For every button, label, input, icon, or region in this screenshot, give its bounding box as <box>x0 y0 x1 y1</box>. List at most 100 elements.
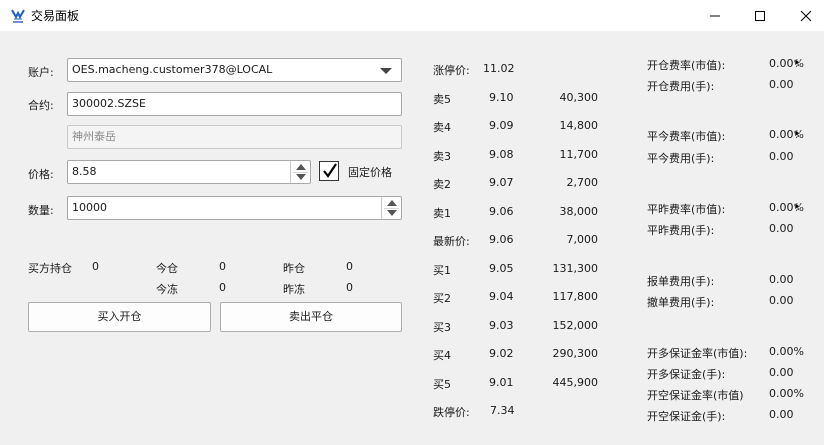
maximize-button[interactable] <box>737 0 783 31</box>
buy-open-button[interactable]: 买入开仓 <box>28 302 211 332</box>
open-fee-rate-label: 开仓费率(市值): <box>647 59 726 72</box>
ask-3-volume: 11,700 <box>559 148 599 161</box>
pointer-cursor-icon <box>794 58 802 68</box>
cancel-fee-label: 撤单费用(手): <box>647 296 715 309</box>
ask-1-price[interactable]: 9.06 <box>489 205 514 218</box>
ask-1-volume: 38,000 <box>559 205 599 218</box>
window-title: 交易面板 <box>31 9 80 23</box>
yesterday-frozen-label: 昨冻 <box>283 283 305 296</box>
close-yesterday-fee-rate-label: 平昨费率(市值): <box>647 203 726 216</box>
account-combobox[interactable]: OES.macheng.customer378@LOCAL <box>67 58 402 82</box>
contract-name-value: 神州泰岳 <box>72 130 116 143</box>
long-position-value: 0 <box>92 260 99 273</box>
bid-1-price[interactable]: 9.05 <box>489 262 514 275</box>
account-label: 账户: <box>28 66 54 79</box>
ask-4-volume: 14,800 <box>559 119 599 132</box>
bid-5-label: 买5 <box>433 378 451 391</box>
step-down-icon[interactable] <box>296 174 306 180</box>
ask-2-volume: 2,700 <box>566 176 599 189</box>
fixed-price-checkbox[interactable] <box>319 161 339 181</box>
bid-4-label: 买4 <box>433 349 451 362</box>
today-frozen-label: 今冻 <box>156 283 178 296</box>
bid-2-label: 买2 <box>433 292 451 305</box>
limit-down-label: 跌停价: <box>433 406 470 419</box>
fixed-price-label[interactable]: 固定价格 <box>348 164 392 180</box>
today-position-value: 0 <box>219 260 226 273</box>
ask-3-label: 卖3 <box>433 150 451 163</box>
bid-4-volume: 290,300 <box>552 347 599 360</box>
minimize-button[interactable] <box>692 0 738 31</box>
ask-1-label: 卖1 <box>433 207 451 220</box>
price-stepper[interactable] <box>290 161 310 183</box>
title-bar: 交易面板 <box>0 0 824 31</box>
maximize-icon <box>755 11 765 21</box>
long-margin-label: 开多保证金(手): <box>647 368 726 381</box>
yesterday-position-label: 昨仓 <box>283 262 305 275</box>
contract-value: 300002.SZSE <box>72 97 146 110</box>
step-up-icon[interactable] <box>387 200 397 206</box>
app-logo-icon <box>11 9 25 23</box>
ask-3-price[interactable]: 9.08 <box>489 148 514 161</box>
bid-2-price[interactable]: 9.04 <box>489 290 514 303</box>
short-margin-rate-value: 0.00% <box>769 387 804 400</box>
ask-4-label: 卖4 <box>433 121 451 134</box>
quantity-label: 数量: <box>28 204 54 217</box>
bid-1-volume: 131,300 <box>552 262 599 275</box>
short-margin-value: 0.00 <box>769 408 794 421</box>
ask-2-label: 卖2 <box>433 178 451 191</box>
contract-input[interactable]: 300002.SZSE <box>67 92 402 116</box>
long-margin-value: 0.00 <box>769 366 794 379</box>
close-button[interactable] <box>783 0 824 31</box>
quantity-spinbox[interactable]: 10000 <box>67 196 402 220</box>
contract-label: 合约: <box>28 99 54 112</box>
limit-up-label: 涨停价: <box>433 64 470 77</box>
ask-2-price[interactable]: 9.07 <box>489 176 514 189</box>
limit-up-value: 11.02 <box>483 62 515 75</box>
limit-down-value: 7.34 <box>490 404 515 417</box>
open-fee-value: 0.00 <box>769 78 794 91</box>
long-margin-rate-label: 开多保证金率(市值): <box>647 347 748 360</box>
long-position-label: 买方持仓 <box>28 262 72 275</box>
last-price-value[interactable]: 9.06 <box>489 233 514 246</box>
yesterday-position-value: 0 <box>346 260 353 273</box>
stepper-divider <box>384 208 399 209</box>
checkmark-icon <box>323 163 337 178</box>
short-margin-label: 开空保证金(手): <box>647 410 726 423</box>
close-today-fee-value: 0.00 <box>769 150 794 163</box>
today-position-label: 今仓 <box>156 262 178 275</box>
step-up-icon[interactable] <box>296 164 306 170</box>
contract-name-field: 神州泰岳 <box>67 125 402 149</box>
bid-3-volume: 152,000 <box>552 319 599 332</box>
quantity-value: 10000 <box>72 201 107 214</box>
pointer-cursor-icon <box>794 202 802 212</box>
ask-5-price[interactable]: 9.10 <box>489 91 514 104</box>
order-fee-label: 报单费用(手): <box>647 275 715 288</box>
bid-5-volume: 445,900 <box>552 376 599 389</box>
yesterday-frozen-value: 0 <box>346 281 353 294</box>
account-value: OES.macheng.customer378@LOCAL <box>72 63 273 76</box>
today-frozen-value: 0 <box>219 281 226 294</box>
bid-4-price[interactable]: 9.02 <box>489 347 514 360</box>
bid-3-price[interactable]: 9.03 <box>489 319 514 332</box>
bid-1-label: 买1 <box>433 264 451 277</box>
cancel-fee-value: 0.00 <box>769 294 794 307</box>
sell-close-button[interactable]: 卖出平仓 <box>220 302 402 332</box>
price-label: 价格: <box>28 168 54 181</box>
bid-5-price[interactable]: 9.01 <box>489 376 514 389</box>
close-yesterday-fee-value: 0.00 <box>769 222 794 235</box>
quantity-stepper[interactable] <box>381 197 401 219</box>
bid-3-label: 买3 <box>433 321 451 334</box>
close-yesterday-fee-label: 平昨费用(手): <box>647 224 715 237</box>
ask-5-volume: 40,300 <box>559 91 599 104</box>
bid-2-volume: 117,800 <box>552 290 599 303</box>
pointer-cursor-icon <box>794 129 802 139</box>
step-down-icon[interactable] <box>387 210 397 216</box>
last-price-label: 最新价: <box>433 235 470 248</box>
ask-4-price[interactable]: 9.09 <box>489 119 514 132</box>
stepper-divider <box>293 172 308 173</box>
price-spinbox[interactable]: 8.58 <box>67 160 311 184</box>
chevron-down-icon[interactable] <box>380 68 392 74</box>
ask-5-label: 卖5 <box>433 93 451 106</box>
minimize-icon <box>710 15 720 17</box>
open-fee-label: 开仓费用(手): <box>647 80 715 93</box>
